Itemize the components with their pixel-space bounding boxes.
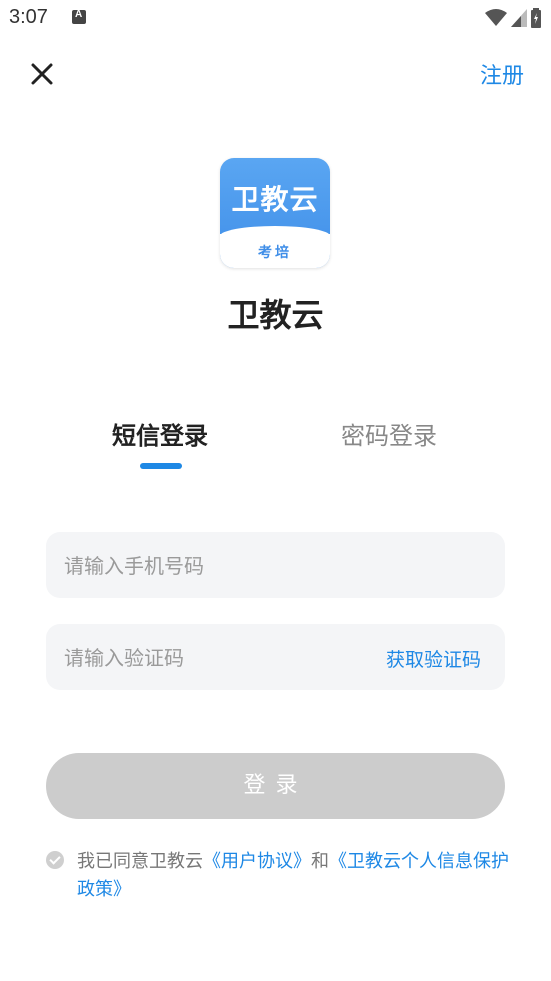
notification-icon bbox=[72, 9, 86, 24]
logo-subtitle: 考培 bbox=[258, 245, 292, 261]
status-bar: 3:07 bbox=[0, 0, 551, 36]
verification-code-input[interactable] bbox=[62, 624, 366, 692]
status-icons bbox=[485, 8, 541, 28]
app-name: 卫教云 bbox=[227, 296, 324, 334]
tab-password-login[interactable]: 密码登录 bbox=[341, 416, 437, 451]
agreement-prefix: 我已同意卫教云 bbox=[77, 851, 203, 872]
get-code-button[interactable]: 获取验证码 bbox=[386, 645, 481, 672]
code-field[interactable]: 获取验证码 bbox=[46, 624, 505, 692]
wifi-icon bbox=[485, 9, 507, 26]
logo-title: 卫教云 bbox=[231, 183, 319, 216]
agreement-and: 和 bbox=[311, 851, 329, 872]
phone-field[interactable] bbox=[46, 532, 505, 600]
agree-checkbox[interactable] bbox=[46, 851, 64, 869]
agreement-text: 我已同意卫教云《用户协议》和《卫教云个人信息保护政策》 bbox=[77, 848, 517, 904]
battery-icon bbox=[531, 8, 541, 28]
tab-sms-login[interactable]: 短信登录 bbox=[112, 416, 208, 451]
active-tab-indicator bbox=[140, 463, 182, 469]
close-button[interactable] bbox=[24, 56, 60, 92]
app-logo: 卫教云 考培 bbox=[220, 158, 330, 268]
close-icon bbox=[31, 63, 53, 85]
status-time: 3:07 bbox=[9, 6, 48, 28]
phone-input[interactable] bbox=[62, 532, 366, 600]
signal-icon bbox=[511, 9, 527, 27]
user-agreement-link[interactable]: 《用户协议》 bbox=[203, 851, 311, 872]
register-link[interactable]: 注册 bbox=[480, 58, 524, 90]
login-button[interactable]: 登录 bbox=[46, 753, 505, 819]
